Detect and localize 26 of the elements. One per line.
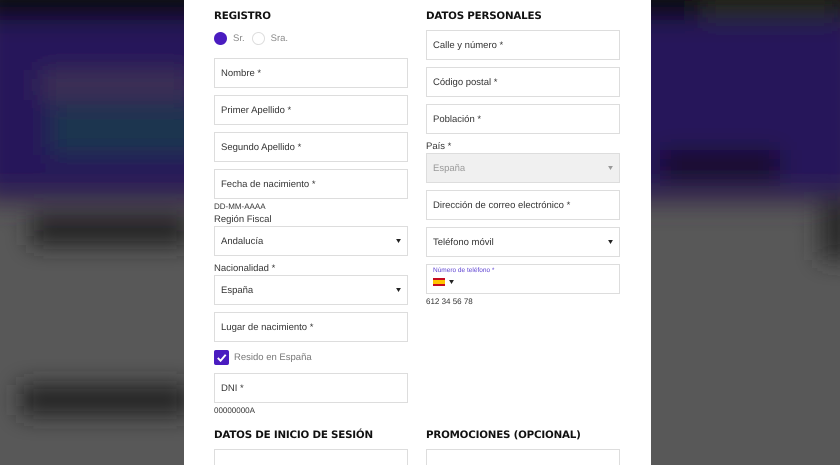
input-field[interactable]: Primer Apellido *: [214, 95, 408, 125]
input-field[interactable]: Código postal *: [426, 67, 620, 97]
input-field[interactable]: Dirección de correo electrónico *: [426, 190, 620, 220]
radio-label: Sr.: [233, 33, 245, 44]
input-field[interactable]: Segundo Apellido *: [214, 132, 408, 162]
select-field[interactable]: Teléfono móvil: [426, 227, 620, 257]
section-heading: PROMOCIONES (OPCIONAL): [426, 428, 581, 442]
section-heading: DATOS DE INICIO DE SESIÓN: [214, 428, 373, 442]
input-field[interactable]: Calle y número *: [426, 30, 620, 60]
field-label: Nacionalidad *: [214, 263, 276, 274]
radio-label: Sra.: [270, 33, 288, 44]
field-hint: 612 34 56 78: [426, 297, 473, 306]
checkbox-label: Resido en España: [234, 352, 312, 362]
select-field[interactable]: España: [214, 275, 408, 305]
input-field[interactable]: Fecha de nacimiento *: [214, 169, 408, 199]
field-hint: DD-MM-AAAA: [214, 202, 266, 211]
input-field[interactable]: DNI *: [214, 373, 408, 403]
input-field[interactable]: Población *: [426, 104, 620, 134]
input-field[interactable]: Lugar de nacimiento *: [214, 312, 408, 342]
field-label: Región Fiscal: [214, 214, 272, 225]
field-label: País *: [426, 141, 452, 152]
field-hint: 00000000A: [214, 406, 255, 415]
section-heading: REGISTRO: [214, 9, 271, 23]
input-field[interactable]: Nombre *: [214, 58, 408, 88]
select-field[interactable]: Andalucía: [214, 226, 408, 256]
section-heading: DATOS PERSONALES: [426, 9, 542, 23]
